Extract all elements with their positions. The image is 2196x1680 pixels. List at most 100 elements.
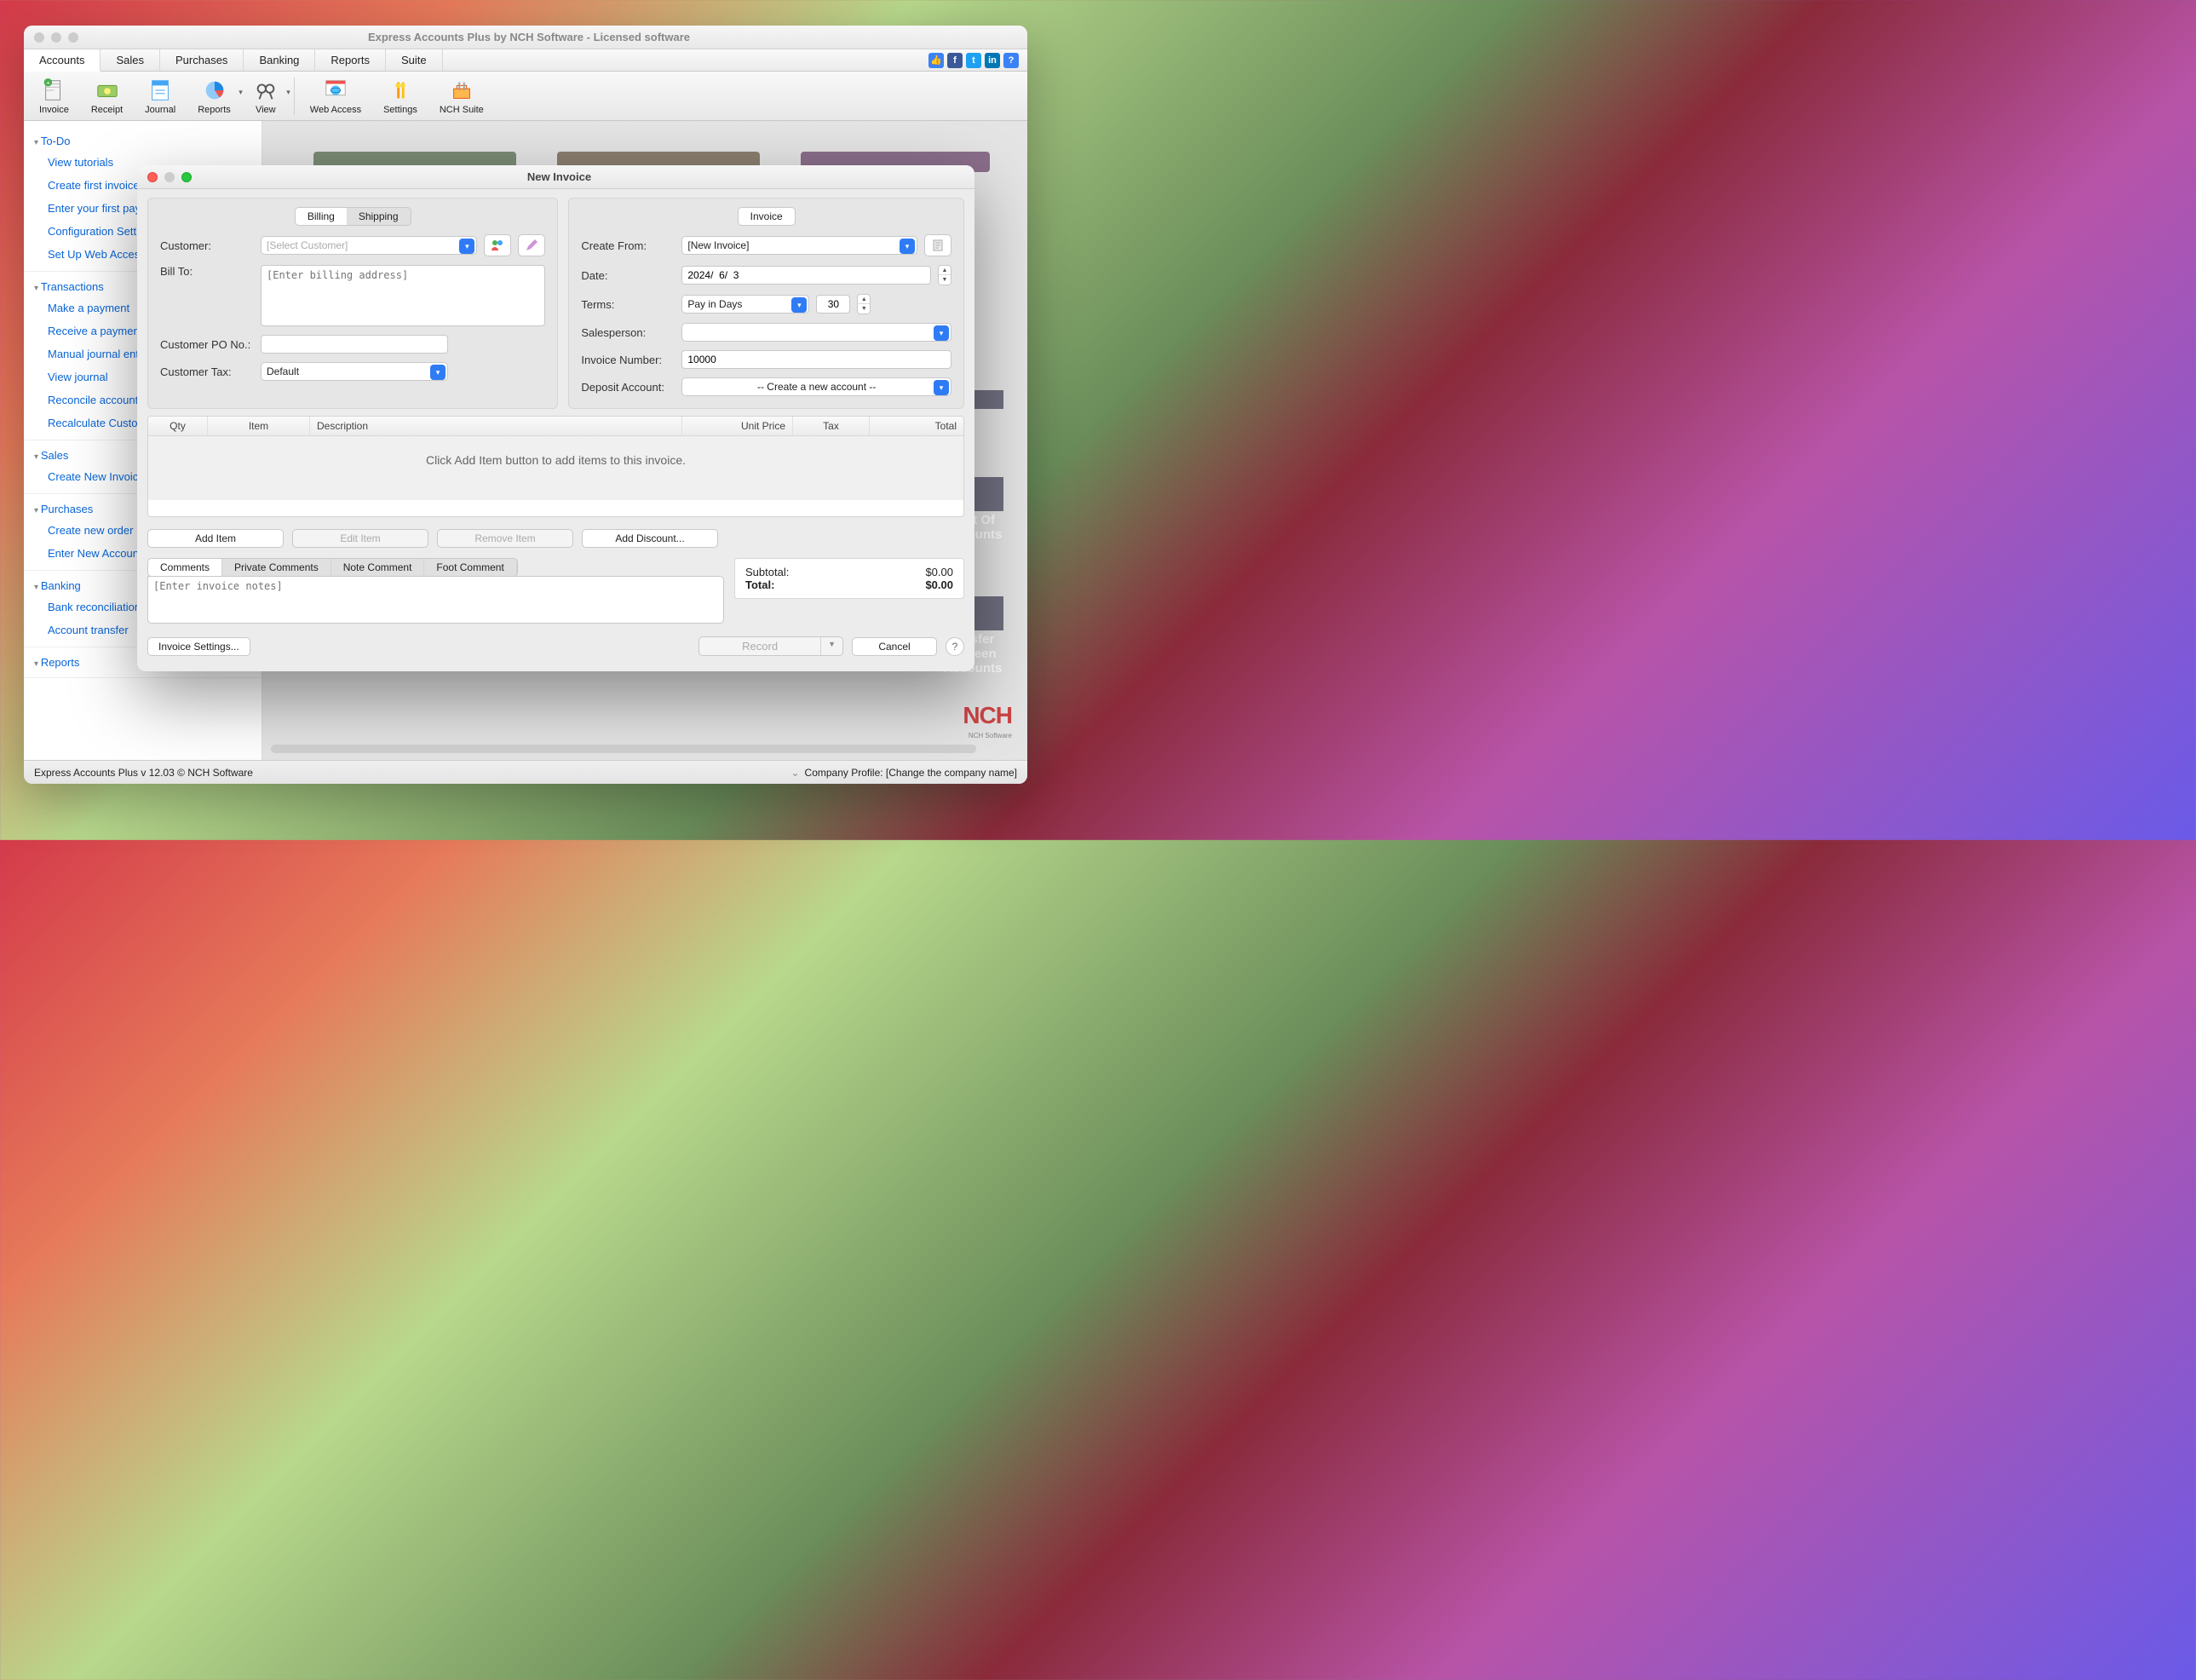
record-dropdown-icon[interactable]: ▼ [820,637,842,655]
cancel-button[interactable]: Cancel [852,637,937,656]
terms-days-input[interactable] [816,295,850,314]
createfrom-browse-button[interactable] [924,234,951,256]
customer-add-button[interactable] [484,234,511,256]
billto-textarea[interactable] [261,265,545,326]
window-title: Express Accounts Plus by NCH Software - … [78,31,980,43]
comments-panel: Comments Private Comments Note Comment F… [147,558,724,626]
pencil-icon [525,239,538,252]
close-icon[interactable] [34,32,44,43]
sidebar-group-todo[interactable]: To-Do [24,131,262,151]
zoom-icon[interactable] [68,32,78,43]
billto-label: Bill To: [160,265,254,278]
statusbar: Express Accounts Plus v 12.03 © NCH Soft… [24,760,1027,784]
journal-icon [147,78,173,103]
document-icon [931,239,945,252]
terms-select[interactable]: Pay in Days [681,295,809,314]
reports-icon [202,78,227,103]
add-discount-button[interactable]: Add Discount... [582,529,718,548]
ctab-private[interactable]: Private Comments [222,559,331,576]
close-icon[interactable] [147,172,158,182]
tool-journal[interactable]: Journal [135,76,186,117]
ctab-comments[interactable]: Comments [148,559,222,576]
po-input[interactable] [261,335,448,354]
tax-label: Customer Tax: [160,365,254,378]
customer-edit-button[interactable] [518,234,545,256]
help-button[interactable]: ? [946,637,964,656]
nch-logo: NCH [963,702,1012,729]
tab-invoice[interactable]: Invoice [739,208,795,225]
createfrom-select[interactable]: [New Invoice] [681,236,917,255]
chevron-down-icon[interactable]: ⌄ [790,767,799,779]
edit-item-button: Edit Item [292,529,428,548]
tool-nchsuite[interactable]: NCH Suite [429,76,494,117]
svg-text:+: + [47,78,51,86]
col-total[interactable]: Total [870,417,963,435]
nch-sub: NCH Software [969,732,1012,739]
tool-receipt[interactable]: Receipt [81,76,133,117]
subtotal-label: Subtotal: [745,566,789,578]
tool-reports[interactable]: ▾ Reports [187,76,241,117]
invoice-seg: Invoice [738,207,796,226]
twitter-icon[interactable]: t [966,53,981,68]
items-empty-hint: Click Add Item button to add items to th… [148,436,963,484]
tab-accounts[interactable]: Accounts [24,49,101,72]
salesperson-select[interactable] [681,323,951,342]
zoom-icon[interactable] [181,172,192,182]
tool-webaccess[interactable]: Web Access [300,76,371,117]
tab-shipping[interactable]: Shipping [347,208,411,225]
col-desc[interactable]: Description [310,417,682,435]
col-unitprice[interactable]: Unit Price [682,417,793,435]
settings-icon [388,78,413,103]
col-item[interactable]: Item [208,417,310,435]
billing-shipping-tabs: Billing Shipping [295,207,411,226]
record-button: Record▼ [698,636,843,656]
comments-textarea[interactable] [147,576,724,624]
minimize-icon[interactable] [51,32,61,43]
ctab-note[interactable]: Note Comment [331,559,425,576]
date-input[interactable] [681,266,931,285]
customer-select[interactable]: [Select Customer] [261,236,477,255]
thumbsup-icon[interactable]: 👍 [928,53,944,68]
total-label: Total: [745,578,774,591]
traffic-lights [24,32,78,43]
date-stepper[interactable]: ▲▼ [938,265,951,285]
new-invoice-dialog: New Invoice Billing Shipping Customer: [… [137,165,974,671]
createfrom-label: Create From: [581,239,675,252]
remove-item-button: Remove Item [437,529,573,548]
tab-suite[interactable]: Suite [386,49,443,71]
linkedin-icon[interactable]: in [985,53,1000,68]
tool-invoice[interactable]: + Invoice [29,76,79,117]
tab-banking[interactable]: Banking [244,49,315,71]
people-icon [490,238,505,253]
billing-panel: Billing Shipping Customer: [Select Custo… [147,198,558,409]
terms-stepper[interactable]: ▲▼ [857,294,871,314]
date-label: Date: [581,269,675,282]
horizontal-scrollbar[interactable] [271,745,976,753]
menubar: Accounts Sales Purchases Banking Reports… [24,49,1027,72]
tab-sales[interactable]: Sales [101,49,160,71]
items-rows [148,484,963,516]
col-tax[interactable]: Tax [793,417,870,435]
help-icon[interactable]: ? [1003,53,1019,68]
status-version: Express Accounts Plus v 12.03 © NCH Soft… [34,767,253,779]
status-profile[interactable]: Company Profile: [Change the company nam… [805,767,1017,779]
facebook-icon[interactable]: f [947,53,963,68]
deposit-select[interactable]: -- Create a new account -- [681,377,951,396]
items-table: Qty Item Description Unit Price Tax Tota… [147,416,964,517]
col-qty[interactable]: Qty [148,417,208,435]
view-icon [253,78,279,103]
invno-input[interactable] [681,350,951,369]
toolbox-icon [449,78,474,103]
invoice-panel: Invoice Create From: [New Invoice] Date:… [568,198,964,409]
tool-settings[interactable]: Settings [373,76,428,117]
add-item-button[interactable]: Add Item [147,529,284,548]
receipt-icon [95,78,120,103]
tab-billing[interactable]: Billing [296,208,347,225]
subtotal-value: $0.00 [925,566,953,578]
ctab-foot[interactable]: Foot Comment [424,559,516,576]
invoice-settings-button[interactable]: Invoice Settings... [147,637,250,656]
tab-reports[interactable]: Reports [315,49,386,71]
tab-purchases[interactable]: Purchases [160,49,244,71]
tool-view[interactable]: ▾ View [243,76,289,117]
tax-select[interactable]: Default [261,362,448,381]
